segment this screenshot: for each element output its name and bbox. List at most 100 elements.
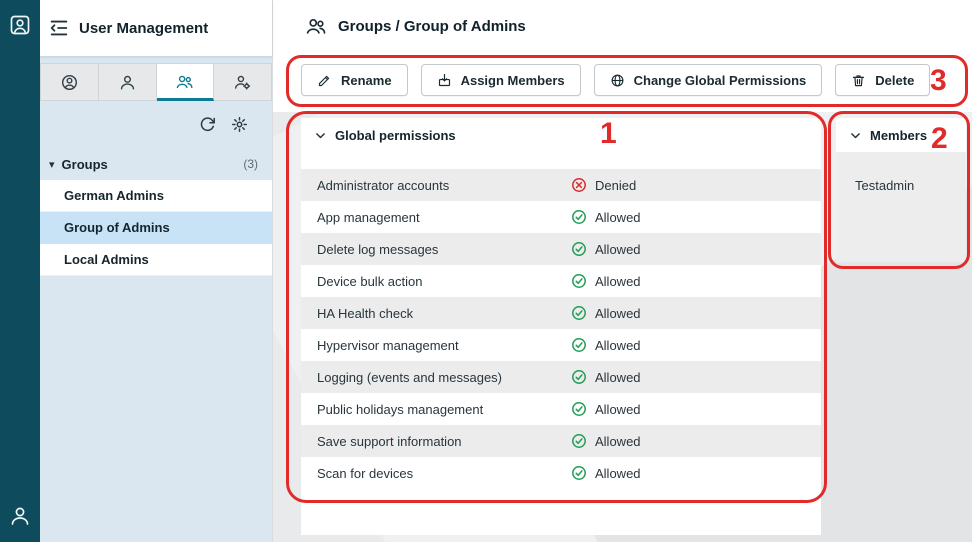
user-circle-icon bbox=[60, 73, 79, 92]
groups-tree-label: Groups bbox=[62, 157, 108, 172]
sidebar-tabs bbox=[40, 63, 272, 101]
allowed-icon bbox=[571, 401, 587, 417]
permission-status: Allowed bbox=[571, 433, 641, 449]
change-global-permissions-button[interactable]: Change Global Permissions bbox=[594, 64, 823, 96]
member-item[interactable]: Testadmin bbox=[836, 152, 966, 193]
panel-title: Global permissions bbox=[335, 128, 456, 143]
permission-status: Allowed bbox=[571, 337, 641, 353]
permission-row: Device bulk action Allowed bbox=[301, 265, 821, 297]
permission-label: Hypervisor management bbox=[317, 338, 571, 353]
permission-status: Allowed bbox=[571, 273, 641, 289]
permission-row: HA Health check Allowed bbox=[301, 297, 821, 329]
collapse-sidebar-icon[interactable] bbox=[48, 17, 70, 39]
tab-users[interactable] bbox=[99, 63, 157, 101]
allowed-icon bbox=[571, 337, 587, 353]
permission-label: Scan for devices bbox=[317, 466, 571, 481]
permission-row: Administrator accounts Denied bbox=[301, 169, 821, 201]
groups-count-badge: (3) bbox=[243, 157, 258, 171]
permission-label: HA Health check bbox=[317, 306, 571, 321]
assign-box-icon bbox=[437, 73, 452, 88]
sidebar: User Management bbox=[40, 0, 272, 542]
settings-gear-icon[interactable] bbox=[231, 116, 248, 133]
tab-user-accounts[interactable] bbox=[40, 63, 99, 101]
permission-label: Save support information bbox=[317, 434, 571, 449]
tree-item-group[interactable]: German Admins bbox=[40, 180, 272, 212]
permission-label: Administrator accounts bbox=[317, 178, 571, 193]
groups-tree-items: German Admins Group of Admins Local Admi… bbox=[40, 180, 272, 276]
groups-icon bbox=[305, 15, 327, 37]
permission-status: Allowed bbox=[571, 465, 641, 481]
permission-status-label: Allowed bbox=[595, 306, 641, 321]
permission-status: Allowed bbox=[571, 305, 641, 321]
allowed-icon bbox=[571, 305, 587, 321]
permission-status-label: Allowed bbox=[595, 434, 641, 449]
tab-roles[interactable] bbox=[214, 63, 272, 101]
pencil-icon bbox=[317, 73, 332, 88]
permission-status: Allowed bbox=[571, 401, 641, 417]
chevron-down-icon bbox=[849, 129, 862, 142]
tree-item-group[interactable]: Group of Admins bbox=[40, 212, 272, 244]
permission-row: Public holidays management Allowed bbox=[301, 393, 821, 425]
app-rail bbox=[0, 0, 40, 542]
tree-item-label: German Admins bbox=[64, 188, 164, 203]
allowed-icon bbox=[571, 273, 587, 289]
tab-groups[interactable] bbox=[157, 63, 215, 101]
globe-icon bbox=[610, 73, 625, 88]
main-top-bar: Groups / Group of Admins Rename Assign M… bbox=[273, 0, 972, 112]
members-header[interactable]: Members bbox=[836, 118, 966, 152]
sidebar-header: User Management bbox=[40, 0, 272, 56]
permission-status: Allowed bbox=[571, 369, 641, 385]
permission-status-label: Allowed bbox=[595, 370, 641, 385]
permission-status: Allowed bbox=[571, 209, 641, 225]
allowed-icon bbox=[571, 369, 587, 385]
permission-label: Device bulk action bbox=[317, 274, 571, 289]
permission-row: Hypervisor management Allowed bbox=[301, 329, 821, 361]
refresh-icon[interactable] bbox=[199, 116, 216, 133]
user-management-app-icon[interactable] bbox=[8, 13, 32, 37]
permission-row: Logging (events and messages) Allowed bbox=[301, 361, 821, 393]
permission-status-label: Denied bbox=[595, 178, 636, 193]
permission-row: App management Allowed bbox=[301, 201, 821, 233]
trash-icon bbox=[851, 73, 866, 88]
sidebar-actions bbox=[40, 101, 272, 148]
allowed-icon bbox=[571, 209, 587, 225]
chevron-down-icon: ▾ bbox=[49, 158, 55, 171]
allowed-icon bbox=[571, 465, 587, 481]
permission-row: Delete log messages Allowed bbox=[301, 233, 821, 265]
member-name: Testadmin bbox=[855, 178, 914, 193]
sidebar-title: User Management bbox=[79, 20, 208, 37]
global-permissions-header[interactable]: Global permissions bbox=[301, 118, 821, 152]
permission-status-label: Allowed bbox=[595, 274, 641, 289]
tree-item-label: Group of Admins bbox=[64, 220, 170, 235]
chevron-down-icon bbox=[314, 129, 327, 142]
delete-button[interactable]: Delete bbox=[835, 64, 930, 96]
main-header: Groups / Group of Admins bbox=[273, 0, 972, 52]
permission-label: Logging (events and messages) bbox=[317, 370, 571, 385]
account-icon[interactable] bbox=[8, 504, 32, 528]
permission-status-label: Allowed bbox=[595, 402, 641, 417]
users-group-icon bbox=[175, 72, 194, 91]
tree-item-label: Local Admins bbox=[64, 252, 149, 267]
permission-row: Scan for devices Allowed bbox=[301, 457, 821, 489]
permission-label: App management bbox=[317, 210, 571, 225]
user-gear-icon bbox=[233, 73, 252, 92]
groups-tree-root[interactable]: ▾ Groups (3) bbox=[40, 148, 272, 180]
permission-status: Allowed bbox=[571, 241, 641, 257]
permission-status-label: Allowed bbox=[595, 466, 641, 481]
members-panel: Members Testadmin bbox=[836, 118, 966, 262]
rename-button[interactable]: Rename bbox=[301, 64, 408, 96]
permissions-rows: Administrator accounts Denied App manage… bbox=[301, 169, 821, 489]
main-area: Groups / Group of Admins Rename Assign M… bbox=[272, 0, 972, 542]
toolbar: Rename Assign Members Change Global Perm… bbox=[273, 64, 972, 96]
denied-icon bbox=[571, 177, 587, 193]
permission-status-label: Allowed bbox=[595, 242, 641, 257]
permission-label: Delete log messages bbox=[317, 242, 571, 257]
permission-status-label: Allowed bbox=[595, 338, 641, 353]
permission-label: Public holidays management bbox=[317, 402, 571, 417]
breadcrumb: Groups / Group of Admins bbox=[338, 18, 526, 35]
assign-members-button[interactable]: Assign Members bbox=[421, 64, 581, 96]
permission-row: Save support information Allowed bbox=[301, 425, 821, 457]
tree-item-group[interactable]: Local Admins bbox=[40, 244, 272, 276]
permission-status: Denied bbox=[571, 177, 636, 193]
global-permissions-panel: Global permissions Administrator account… bbox=[301, 118, 821, 535]
